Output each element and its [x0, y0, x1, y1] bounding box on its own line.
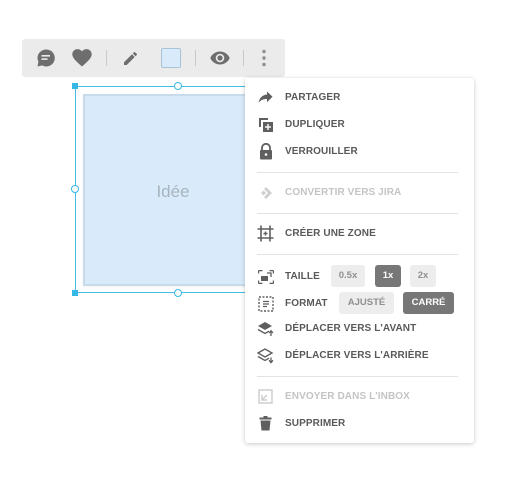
- menu-item-size: TAILLE 0.5x 1x 2x: [245, 261, 474, 291]
- format-icon: [257, 295, 274, 312]
- menu-item-lock[interactable]: VERROUILLER: [245, 138, 474, 165]
- send-backward-icon: [257, 347, 274, 364]
- jira-icon: [257, 184, 274, 201]
- menu-item-bring-forward[interactable]: DÉPLACER VERS L'AVANT: [245, 315, 474, 342]
- toolbar-separator: [106, 50, 107, 66]
- menu-item-label: CRÉER UNE ZONE: [285, 228, 376, 239]
- menu-item-share[interactable]: PARTAGER: [245, 84, 474, 111]
- size-label: TAILLE: [285, 270, 320, 282]
- lock-icon: [257, 143, 274, 160]
- toolbar-separator: [243, 50, 244, 66]
- resize-handle-top[interactable]: [174, 82, 182, 90]
- inbox-icon: [257, 388, 274, 405]
- frame-icon: [257, 225, 274, 242]
- menu-item-delete[interactable]: SUPPRIMER: [245, 410, 474, 437]
- trash-icon: [257, 415, 274, 432]
- format-option-fitted[interactable]: AJUSTÉ: [339, 292, 394, 314]
- comment-icon[interactable]: [34, 39, 58, 77]
- color-swatch-button[interactable]: [158, 39, 184, 77]
- resize-handle-bottom[interactable]: [174, 289, 182, 297]
- menu-item-duplicate[interactable]: DUPLIQUER: [245, 111, 474, 138]
- format-label: FORMAT: [285, 297, 328, 309]
- menu-divider: [257, 172, 458, 173]
- color-swatch: [161, 48, 181, 68]
- duplicate-icon: [257, 116, 274, 133]
- toolbar: [22, 39, 285, 77]
- menu-item-label: VERROUILLER: [285, 146, 358, 157]
- menu-item-format: FORMAT AJUSTÉ CARRÉ: [245, 288, 474, 318]
- size-option-2x[interactable]: 2x: [410, 265, 436, 287]
- toolbar-separator: [195, 50, 196, 66]
- resize-handle-top-left[interactable]: [72, 83, 78, 89]
- pencil-icon[interactable]: [119, 39, 141, 77]
- menu-item-send-inbox: ENVOYER DANS L'INBOX: [245, 383, 474, 410]
- menu-item-label: ENVOYER DANS L'INBOX: [285, 391, 410, 402]
- eye-icon[interactable]: [207, 39, 233, 77]
- menu-divider: [257, 213, 458, 214]
- menu-item-label: DÉPLACER VERS L'AVANT: [285, 323, 417, 334]
- bring-forward-icon: [257, 320, 274, 337]
- resize-icon: [257, 268, 274, 285]
- sticky-note-text[interactable]: Idée: [85, 182, 261, 202]
- menu-item-convert-jira: CONVERTIR VERS JIRA: [245, 179, 474, 206]
- size-option-1x[interactable]: 1x: [375, 265, 401, 287]
- menu-item-label: DUPLIQUER: [285, 119, 345, 130]
- menu-divider: [257, 254, 458, 255]
- menu-item-label: PARTAGER: [285, 92, 341, 103]
- heart-icon[interactable]: [69, 39, 95, 77]
- menu-item-label: CONVERTIR VERS JIRA: [285, 187, 402, 198]
- resize-handle-left[interactable]: [71, 185, 79, 193]
- menu-item-label: SUPPRIMER: [285, 418, 346, 429]
- more-vertical-icon[interactable]: [253, 39, 275, 77]
- format-option-square[interactable]: CARRÉ: [403, 292, 454, 314]
- share-icon: [257, 89, 274, 106]
- context-menu: PARTAGER DUPLIQUER VERROUILLER CONVERTIR…: [245, 78, 474, 443]
- menu-divider: [257, 376, 458, 377]
- menu-item-create-zone[interactable]: CRÉER UNE ZONE: [245, 220, 474, 247]
- sticky-note[interactable]: Idée: [83, 94, 263, 286]
- size-option-half[interactable]: 0.5x: [331, 265, 365, 287]
- menu-item-label: DÉPLACER VERS L'ARRIÈRE: [285, 350, 429, 361]
- resize-handle-bottom-left[interactable]: [72, 290, 78, 296]
- menu-item-send-backward[interactable]: DÉPLACER VERS L'ARRIÈRE: [245, 342, 474, 369]
